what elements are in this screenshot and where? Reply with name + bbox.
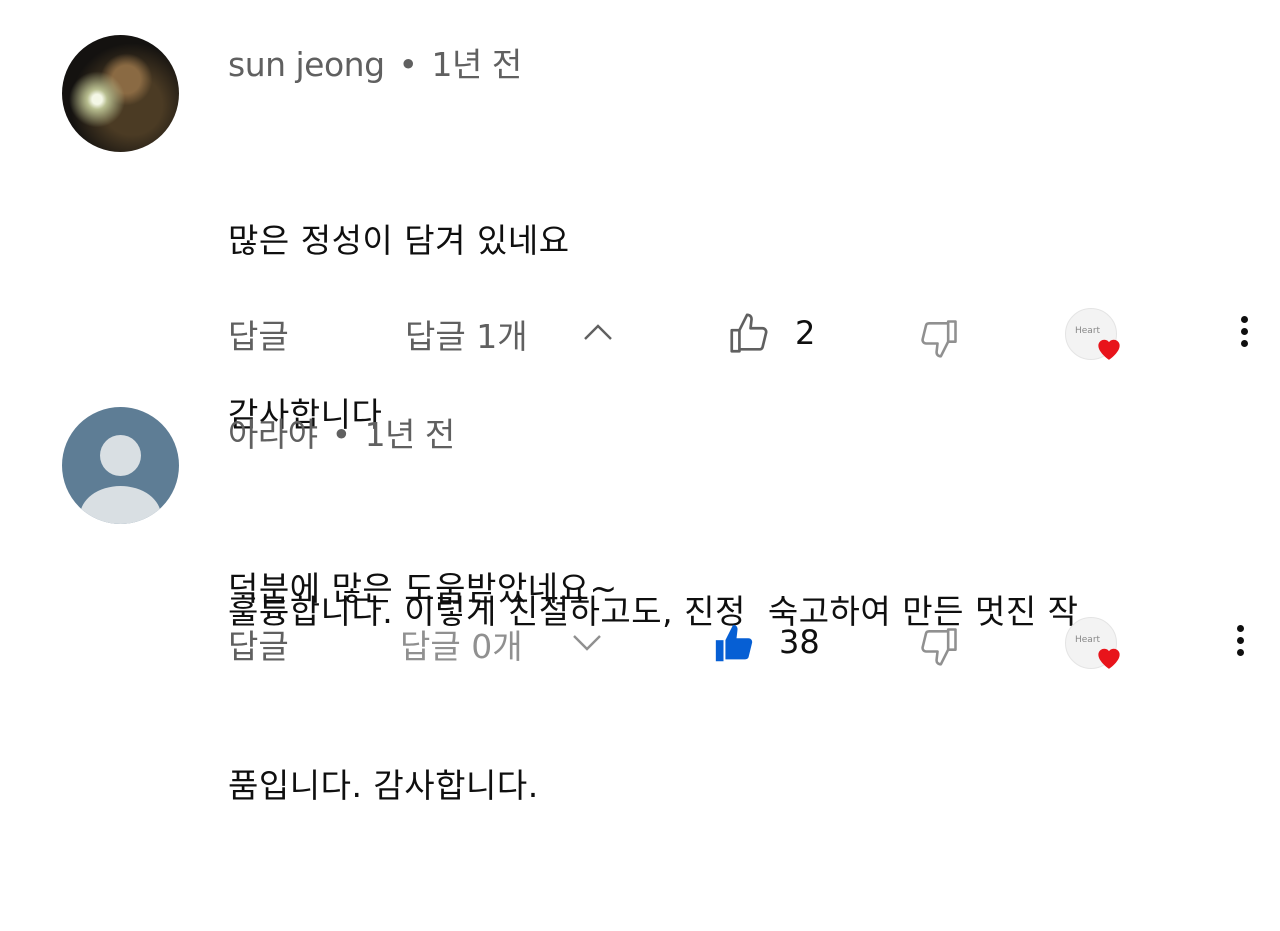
- default-avatar-head: [100, 435, 141, 476]
- comment-line: 품입니다. 감사합니다.: [228, 766, 539, 805]
- thumb-down-icon[interactable]: [917, 624, 961, 668]
- replies-count-label: 답글 0개: [400, 627, 523, 666]
- author-avatar[interactable]: [62, 407, 179, 524]
- comment-time[interactable]: 1년 전: [365, 415, 456, 454]
- default-avatar-body: [80, 486, 161, 524]
- comment-thread-2: 아라야 • 1년 전 훌륭합니다. 이렇게 친절하고도, 진정 숙고하여 만든 멋진…: [0, 0, 1280, 805]
- heart-icon: [1094, 644, 1124, 674]
- thumb-up-icon[interactable]: [712, 621, 758, 667]
- separator-dot: •: [331, 415, 351, 454]
- creator-heart-badge: Heart: [1065, 617, 1120, 669]
- comment-header: 아라야 • 1년 전: [228, 408, 455, 456]
- like-count: 38: [779, 623, 820, 661]
- reply-button[interactable]: 답글: [228, 620, 289, 668]
- view-replies-button[interactable]: 답글 0개: [400, 620, 523, 668]
- comment-text: 훌륭합니다. 이렇게 친절하고도, 진정 숙고하여 만든 멋진 작 품입니다. …: [228, 467, 1079, 931]
- chevron-down-icon[interactable]: [571, 630, 603, 654]
- more-vert-icon[interactable]: [1233, 620, 1247, 661]
- author-name[interactable]: 아라야: [228, 415, 318, 454]
